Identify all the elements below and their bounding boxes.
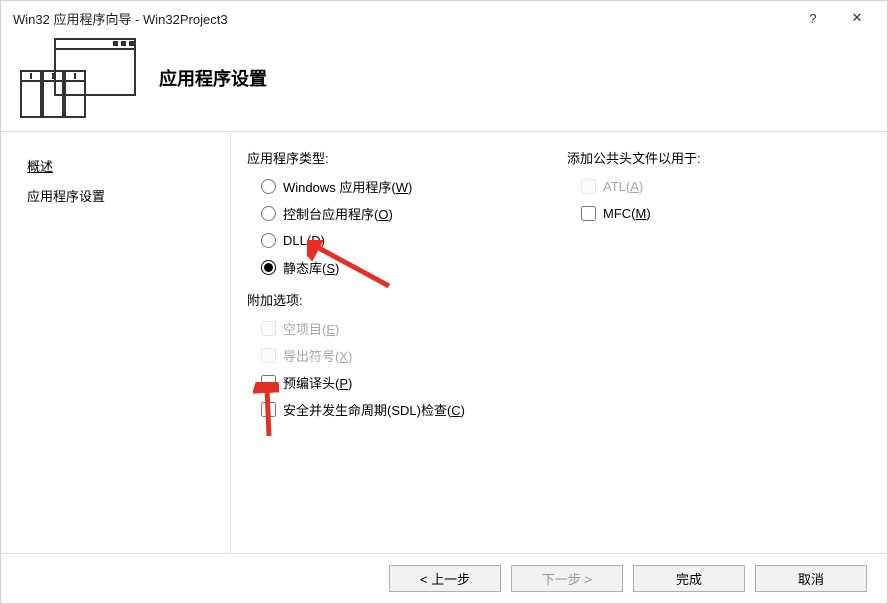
- checkbox-mfc[interactable]: [581, 206, 596, 221]
- checkbox-sdl[interactable]: [261, 402, 276, 417]
- checkbox-pch-label: 预编译头(P): [283, 373, 352, 392]
- finish-button[interactable]: 完成: [633, 565, 745, 592]
- radio-dll[interactable]: [261, 233, 276, 248]
- next-button: 下一步 >: [511, 565, 623, 592]
- radio-static-lib-label: 静态库(S): [283, 258, 339, 277]
- radio-console-app-label: 控制台应用程序(O): [283, 204, 393, 223]
- previous-button[interactable]: < 上一步: [389, 565, 501, 592]
- checkbox-export-symbols-label: 导出符号(X): [283, 346, 352, 365]
- titlebar: Win32 应用程序向导 - Win32Project3 ? ✕: [1, 1, 887, 35]
- radio-console-app-row: 控制台应用程序(O): [261, 202, 867, 224]
- cancel-button[interactable]: 取消: [755, 565, 867, 592]
- header: 应用程序设置: [1, 35, 887, 131]
- close-button[interactable]: ✕: [835, 8, 879, 28]
- common-headers-label: 添加公共头文件以用于:: [567, 148, 701, 167]
- button-bar: < 上一步 下一步 > 完成 取消: [1, 553, 887, 603]
- radio-windows-app-row: Windows 应用程序(W): [261, 175, 867, 197]
- help-button[interactable]: ?: [791, 8, 835, 28]
- checkbox-export-symbols-row: 导出符号(X): [261, 344, 867, 366]
- checkbox-atl: [581, 179, 596, 194]
- extra-options-label: 附加选项:: [247, 290, 867, 309]
- page-title: 应用程序设置: [159, 65, 267, 91]
- radio-windows-app[interactable]: [261, 179, 276, 194]
- radio-dll-label: DLL(D): [283, 233, 325, 248]
- checkbox-sdl-row: 安全并发生命周期(SDL)检查(C): [261, 398, 867, 420]
- sidebar-item-overview[interactable]: 概述: [27, 152, 214, 182]
- radio-static-lib[interactable]: [261, 260, 276, 275]
- checkbox-empty-project-row: 空项目(E): [261, 317, 867, 339]
- checkbox-atl-row: ATL(A): [581, 175, 701, 197]
- radio-console-app[interactable]: [261, 206, 276, 221]
- window-title: Win32 应用程序向导 - Win32Project3: [13, 9, 791, 28]
- checkbox-empty-project-label: 空项目(E): [283, 319, 339, 338]
- radio-static-lib-row: 静态库(S): [261, 256, 867, 278]
- checkbox-pch-row: 预编译头(P): [261, 371, 867, 393]
- checkbox-export-symbols: [261, 348, 276, 363]
- settings-panel: 应用程序类型: Windows 应用程序(W) 控制台应用程序(O) DLL(D…: [231, 132, 887, 553]
- wizard-icon: [19, 37, 137, 119]
- body: 概述 应用程序设置 应用程序类型: Windows 应用程序(W) 控制台应用程…: [1, 131, 887, 553]
- sidebar: 概述 应用程序设置: [1, 132, 231, 553]
- radio-dll-row: DLL(D): [261, 229, 867, 251]
- common-headers-group: 添加公共头文件以用于: ATL(A) MFC(M): [567, 148, 701, 229]
- checkbox-pch[interactable]: [261, 375, 276, 390]
- app-type-label: 应用程序类型:: [247, 148, 867, 167]
- checkbox-atl-label: ATL(A): [603, 179, 643, 194]
- checkbox-empty-project: [261, 321, 276, 336]
- checkbox-mfc-label: MFC(M): [603, 206, 651, 221]
- checkbox-sdl-label: 安全并发生命周期(SDL)检查(C): [283, 400, 465, 419]
- sidebar-item-settings[interactable]: 应用程序设置: [27, 182, 214, 212]
- checkbox-mfc-row: MFC(M): [581, 202, 701, 224]
- radio-windows-app-label: Windows 应用程序(W): [283, 177, 412, 196]
- wizard-window: Win32 应用程序向导 - Win32Project3 ? ✕ 应用程序设置: [0, 0, 888, 604]
